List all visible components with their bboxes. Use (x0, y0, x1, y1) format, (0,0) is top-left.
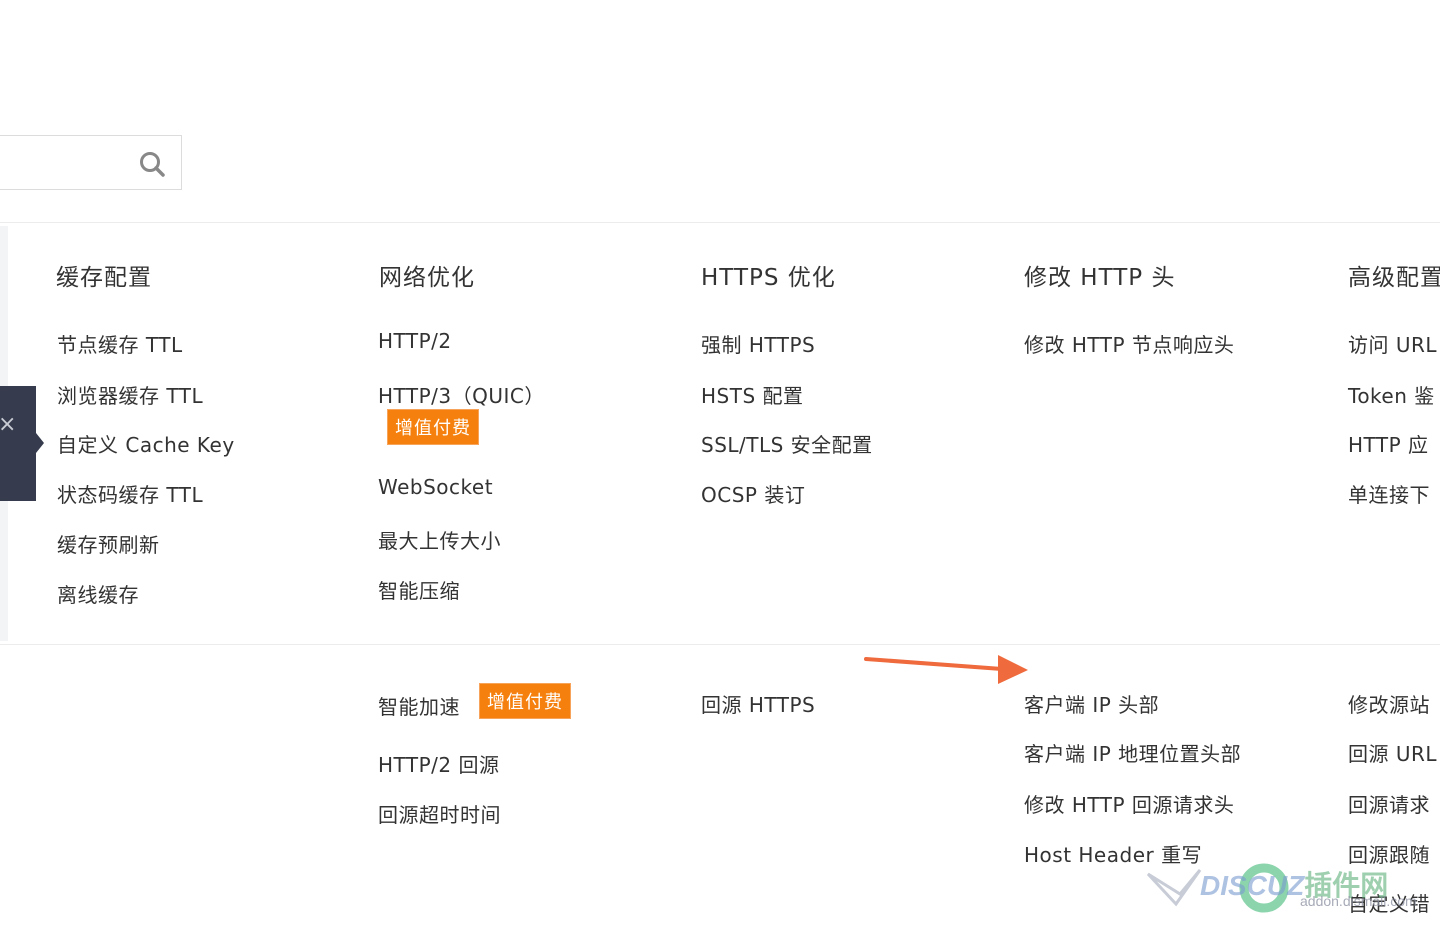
menu-item[interactable]: HTTP 应 (1348, 429, 1429, 458)
menu-item[interactable]: SSL/TLS 安全配置 (701, 429, 873, 458)
menu-item[interactable]: 修改 HTTP 节点响应头 (1024, 329, 1234, 358)
menu-item[interactable]: 智能加速 (378, 691, 460, 720)
menu-item[interactable]: HTTP/2 回源 (378, 749, 500, 778)
menu-item[interactable]: 访问 URL (1348, 329, 1437, 358)
heading-https-opt: HTTPS 优化 (701, 265, 836, 291)
menu-item[interactable]: 浏览器缓存 TTL (57, 380, 203, 409)
menu-item[interactable]: HSTS 配置 (701, 380, 804, 409)
paid-badge: 增值付费 (387, 409, 479, 445)
search-input[interactable] (0, 136, 129, 189)
menu-item[interactable]: 回源超时时间 (378, 799, 501, 828)
sidebar-collapse-tab[interactable]: × (0, 386, 44, 501)
search-icon[interactable] (138, 150, 166, 178)
top-divider (0, 222, 1440, 223)
menu-item[interactable]: 回源 URL (1348, 738, 1437, 767)
heading-cache-config: 缓存配置 (56, 265, 152, 291)
menu-item[interactable]: OCSP 装订 (701, 479, 805, 508)
menu-item[interactable]: HTTP/2 (378, 329, 452, 353)
menu-item[interactable]: 客户端 IP 地理位置头部 (1024, 738, 1241, 767)
menu-item[interactable]: 修改源站 (1348, 689, 1430, 718)
menu-item[interactable]: 自定义 Cache Key (57, 429, 235, 458)
menu-item[interactable]: 离线缓存 (57, 579, 139, 608)
menu-item[interactable]: 强制 HTTPS (701, 329, 815, 358)
feature-menu-page: × 缓存配置 网络优化 HTTPS 优化 修改 HTTP 头 高级配置 节点缓存… (0, 0, 1440, 927)
close-icon: × (0, 412, 17, 437)
menu-item[interactable]: 缓存预刷新 (57, 529, 160, 558)
menu-item[interactable]: HTTP/3（QUIC） (378, 380, 545, 409)
heading-modify-http-header: 修改 HTTP 头 (1024, 265, 1176, 291)
paid-badge: 增值付费 (479, 683, 571, 719)
menu-item[interactable]: 最大上传大小 (378, 525, 501, 554)
menu-item[interactable]: 修改 HTTP 回源请求头 (1024, 789, 1234, 818)
annotation-arrow-icon (864, 655, 1028, 684)
menu-item[interactable]: WebSocket (378, 475, 493, 499)
watermark-subtext: addon.dismall.com (1300, 893, 1417, 909)
section-divider (0, 644, 1440, 645)
menu-item[interactable]: 单连接下 (1348, 479, 1430, 508)
menu-item[interactable]: 节点缓存 TTL (57, 329, 183, 358)
menu-item[interactable]: 状态码缓存 TTL (57, 479, 203, 508)
menu-item[interactable]: 回源请求 (1348, 789, 1430, 818)
heading-network-opt: 网络优化 (379, 265, 475, 291)
menu-item[interactable]: 回源 HTTPS (701, 689, 815, 718)
search-box (0, 135, 182, 190)
heading-advanced-config: 高级配置 (1348, 265, 1440, 291)
menu-item[interactable]: 客户端 IP 头部 (1024, 689, 1159, 718)
menu-item[interactable]: Token 鉴 (1348, 380, 1435, 409)
menu-item[interactable]: 智能压缩 (378, 575, 460, 604)
